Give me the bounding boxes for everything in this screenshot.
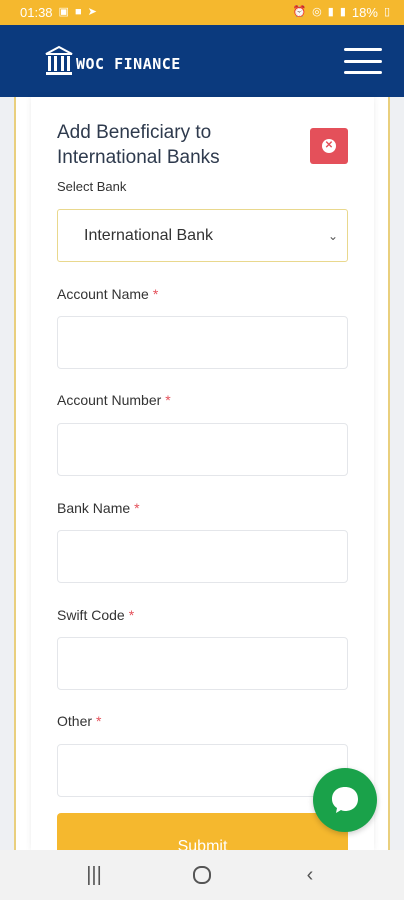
close-button[interactable]: ✕ xyxy=(310,128,348,164)
alarm-icon: ⏰ xyxy=(292,6,307,18)
hotspot-icon: ◎ xyxy=(312,6,322,18)
select-bank-dropdown[interactable]: International Bank ⌄ xyxy=(57,209,348,262)
account-name-label: Account Name * xyxy=(57,286,158,302)
account-number-label-text: Account Number xyxy=(57,392,162,408)
select-bank-label: Select Bank xyxy=(57,179,127,194)
battery-icon: ▯ xyxy=(383,6,390,18)
menu-button[interactable] xyxy=(344,48,382,74)
bank-name-input[interactable] xyxy=(57,530,348,583)
status-time: 01:38 xyxy=(20,5,53,20)
close-circle-icon: ✕ xyxy=(322,139,336,153)
hamburger-menu-icon xyxy=(344,48,382,51)
home-icon[interactable] xyxy=(182,855,222,895)
swift-code-input[interactable] xyxy=(57,637,348,690)
chat-bubble-icon xyxy=(332,787,358,813)
bank-name-label-text: Bank Name xyxy=(57,500,131,516)
app-header: WOC FINANCE xyxy=(0,25,404,97)
signal-icon: ▮ xyxy=(327,6,334,18)
status-bar: 01:38 ▣ ■ ➤ ⏰ ◎ ▮ ▮ 18% ▯ xyxy=(0,0,404,25)
account-name-label-text: Account Name xyxy=(57,286,149,302)
swift-code-label: Swift Code * xyxy=(57,607,134,623)
required-mark: * xyxy=(96,713,102,729)
chevron-down-icon: ⌄ xyxy=(327,228,338,243)
required-mark: * xyxy=(152,286,159,302)
bank-building-icon xyxy=(45,45,73,75)
bank-name-label: Bank Name * xyxy=(57,500,140,516)
required-mark: * xyxy=(165,392,171,408)
message-notification-icon: ■ xyxy=(74,6,82,18)
account-number-input[interactable] xyxy=(57,423,348,476)
recent-apps-icon[interactable]: ||| xyxy=(74,855,114,895)
menu-line xyxy=(344,71,382,74)
other-label: Other * xyxy=(57,713,101,729)
battery-level: 18% xyxy=(351,5,378,20)
image-notification-icon: ▣ xyxy=(58,6,69,18)
brand-logo[interactable]: WOC FINANCE xyxy=(44,45,181,77)
telegram-notification-icon: ➤ xyxy=(87,6,97,18)
back-icon[interactable]: ‹ xyxy=(290,855,330,895)
menu-line xyxy=(344,59,382,63)
signal-icon-2: ▮ xyxy=(339,6,346,18)
system-nav-bar: ||| ‹ xyxy=(0,850,404,900)
chat-button[interactable] xyxy=(313,768,377,832)
form-title: Add Beneficiary to International Banks xyxy=(57,122,220,168)
brand-name: WOC FINANCE xyxy=(76,55,181,73)
home-circle-icon xyxy=(193,866,211,884)
account-name-input[interactable] xyxy=(57,316,348,369)
required-mark: * xyxy=(134,500,140,516)
other-input[interactable] xyxy=(57,744,348,797)
required-mark: * xyxy=(128,607,135,623)
select-bank-value: International Bank xyxy=(84,226,213,244)
swift-code-label-text: Swift Code xyxy=(57,607,125,623)
account-number-label: Account Number * xyxy=(57,392,171,408)
other-label-text: Other xyxy=(57,713,93,729)
